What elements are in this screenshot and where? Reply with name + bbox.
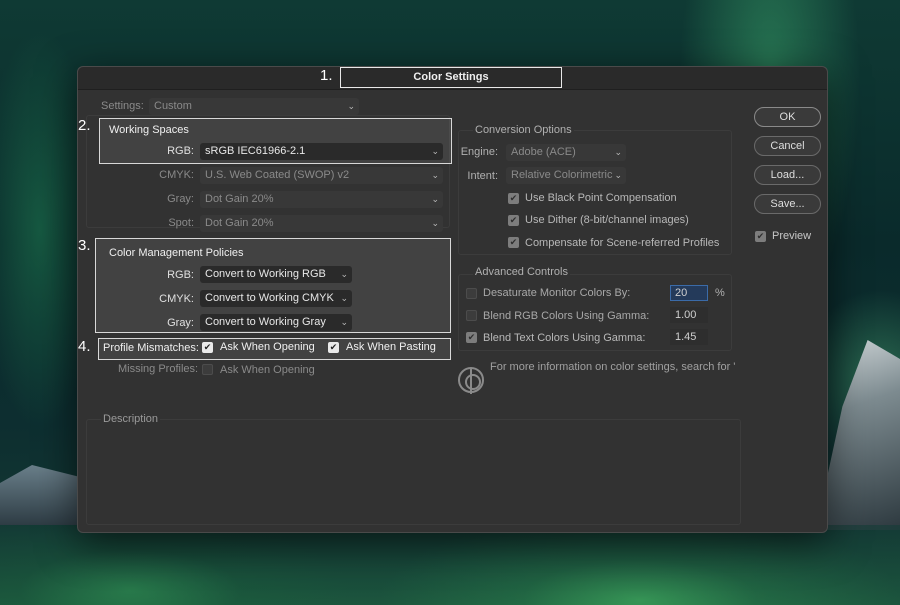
settings-label: Settings: xyxy=(101,100,144,112)
advanced-title: Advanced Controls xyxy=(473,266,570,278)
policies-title: Color Management Policies xyxy=(109,247,244,259)
preview-checkbox[interactable]: ✔ xyxy=(755,231,766,242)
ws-cmyk-label: CMYK: xyxy=(159,169,194,181)
pol-cmyk-value: Convert to Working CMYK xyxy=(205,292,334,304)
ws-cmyk-value: U.S. Web Coated (SWOP) v2 xyxy=(205,169,350,181)
chevron-down-icon: ⌄ xyxy=(340,317,348,327)
chevron-down-icon: ⌄ xyxy=(431,194,439,204)
chevron-down-icon: ⌄ xyxy=(347,101,355,111)
load-button[interactable]: Load... xyxy=(754,165,821,185)
chevron-down-icon: ⌄ xyxy=(614,147,622,157)
pol-gray-label: Gray: xyxy=(167,317,194,329)
ws-gray-value: Dot Gain 20% xyxy=(205,193,274,205)
ws-spot-select[interactable]: Dot Gain 20% ⌄ xyxy=(200,215,443,232)
intent-label: Intent: xyxy=(467,170,498,182)
chevron-down-icon: ⌄ xyxy=(431,146,439,156)
mismatch-opening-label: Ask When Opening xyxy=(220,341,315,353)
settings-value: Custom xyxy=(154,100,192,112)
globe-icon xyxy=(458,367,484,394)
black-point-label: Use Black Point Compensation xyxy=(525,192,677,204)
ws-cmyk-select[interactable]: U.S. Web Coated (SWOP) v2 ⌄ xyxy=(200,167,443,184)
desaturate-unit: % xyxy=(715,287,725,299)
desaturate-checkbox[interactable] xyxy=(466,288,477,299)
pol-rgb-select[interactable]: Convert to Working RGB ⌄ xyxy=(200,266,352,283)
mismatch-opening-checkbox[interactable]: ✔ xyxy=(202,342,213,353)
missing-opening-label: Ask When Opening xyxy=(220,364,315,376)
step-2-label: 2. xyxy=(78,117,91,134)
ws-rgb-select[interactable]: sRGB IEC61966-2.1 ⌄ xyxy=(200,143,443,160)
pol-rgb-value: Convert to Working RGB xyxy=(205,268,326,280)
missing-label: Missing Profiles: xyxy=(118,363,199,375)
scene-checkbox[interactable]: ✔ xyxy=(508,237,519,248)
ws-rgb-value: sRGB IEC61966-2.1 xyxy=(205,145,306,157)
pol-cmyk-label: CMYK: xyxy=(159,293,194,305)
conversion-title: Conversion Options xyxy=(473,124,574,136)
description-title: Description xyxy=(101,413,161,425)
engine-value: Adobe (ACE) xyxy=(511,146,576,158)
ok-button[interactable]: OK xyxy=(754,107,821,127)
step-1-label: 1. xyxy=(320,67,333,84)
dither-checkbox[interactable]: ✔ xyxy=(508,215,519,226)
black-point-checkbox[interactable]: ✔ xyxy=(508,193,519,204)
mountain-left xyxy=(0,465,80,525)
pol-gray-select[interactable]: Convert to Working Gray ⌄ xyxy=(200,314,352,331)
ws-rgb-label: RGB: xyxy=(167,145,194,157)
mismatch-pasting-checkbox[interactable]: ✔ xyxy=(328,342,339,353)
mismatches-label: Profile Mismatches: xyxy=(103,342,199,354)
desaturate-input[interactable]: 20 xyxy=(670,285,708,301)
blend-rgb-label: Blend RGB Colors Using Gamma: xyxy=(483,310,650,322)
ws-gray-select[interactable]: Dot Gain 20% ⌄ xyxy=(200,191,443,208)
chevron-down-icon: ⌄ xyxy=(614,170,622,180)
preview-label: Preview xyxy=(772,230,812,242)
engine-select[interactable]: Adobe (ACE) ⌄ xyxy=(506,144,626,161)
mismatch-pasting-label: Ask When Pasting xyxy=(346,341,436,353)
blend-rgb-input[interactable]: 1.00 xyxy=(670,307,708,323)
missing-opening-checkbox[interactable] xyxy=(202,364,213,375)
chevron-down-icon: ⌄ xyxy=(340,293,348,303)
blend-text-label: Blend Text Colors Using Gamma: xyxy=(483,332,646,344)
description-group xyxy=(86,419,741,525)
intent-select[interactable]: Relative Colorimetric ⌄ xyxy=(506,167,626,184)
chevron-down-icon: ⌄ xyxy=(431,218,439,228)
chevron-down-icon: ⌄ xyxy=(340,269,348,279)
mountain-right xyxy=(828,340,900,530)
dither-label: Use Dither (8-bit/channel images) xyxy=(525,214,689,226)
ws-spot-label: Spot: xyxy=(168,217,194,229)
step-4-label: 4. xyxy=(78,338,91,355)
engine-label: Engine: xyxy=(460,146,498,158)
working-spaces-title: Working Spaces xyxy=(109,124,189,136)
intent-value: Relative Colorimetric xyxy=(511,169,613,181)
ws-gray-label: Gray: xyxy=(167,193,194,205)
dialog-title: Color Settings xyxy=(340,67,562,88)
blend-rgb-checkbox[interactable] xyxy=(466,310,477,321)
pol-gray-value: Convert to Working Gray xyxy=(205,316,326,328)
blend-text-checkbox[interactable]: ✔ xyxy=(466,332,477,343)
color-settings-dialog: Color Settings Settings: Custom ⌄ Workin… xyxy=(77,66,828,533)
water-reflection xyxy=(0,525,900,605)
save-button[interactable]: Save... xyxy=(754,194,821,214)
info-text: For more information on color settings, … xyxy=(490,361,735,373)
settings-select[interactable]: Custom ⌄ xyxy=(149,98,359,115)
step-3-label: 3. xyxy=(78,237,91,254)
pol-rgb-label: RGB: xyxy=(167,269,194,281)
pol-cmyk-select[interactable]: Convert to Working CMYK ⌄ xyxy=(200,290,352,307)
desaturate-label: Desaturate Monitor Colors By: xyxy=(483,287,631,299)
cancel-button[interactable]: Cancel xyxy=(754,136,821,156)
ws-spot-value: Dot Gain 20% xyxy=(205,217,274,229)
scene-label: Compensate for Scene-referred Profiles xyxy=(525,237,720,249)
chevron-down-icon: ⌄ xyxy=(431,170,439,180)
blend-text-input[interactable]: 1.45 xyxy=(670,329,708,345)
